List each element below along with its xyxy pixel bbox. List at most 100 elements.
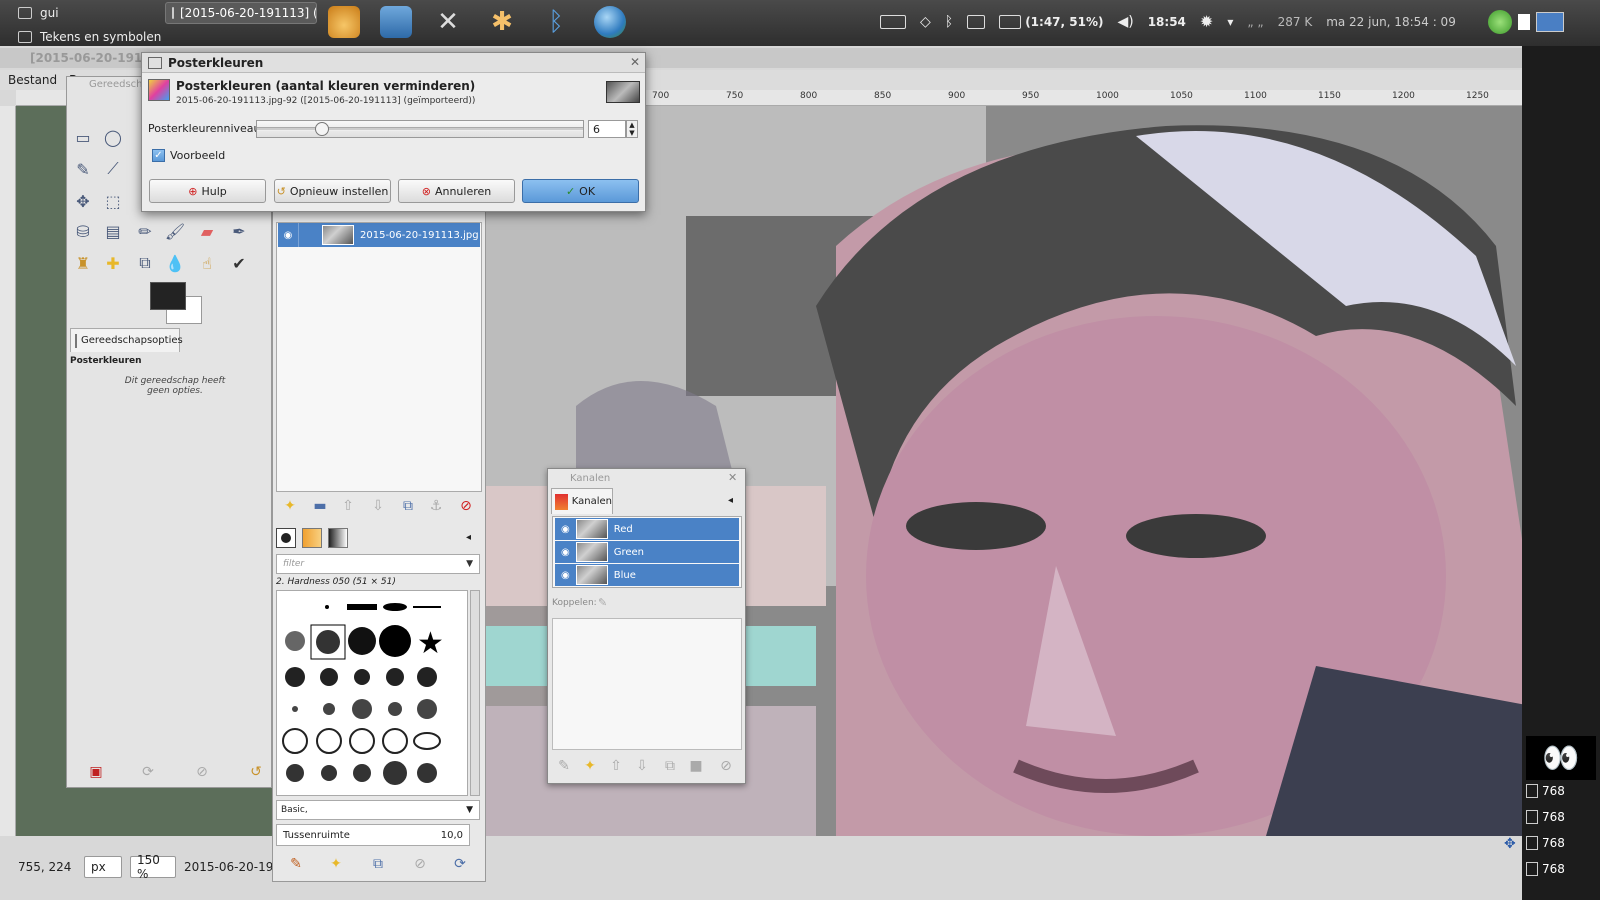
volume-icon[interactable]: ◀) <box>1117 14 1133 30</box>
slider-handle[interactable] <box>315 122 330 136</box>
ok-button[interactable]: ✓ OK <box>522 179 639 203</box>
heal-icon[interactable]: ✚ <box>100 250 126 276</box>
spacing-slider[interactable]: Tussenruimte 10,0 <box>276 824 470 846</box>
lower-channel-icon[interactable]: ⇩ <box>632 756 652 776</box>
spin-up-icon[interactable]: ▲ <box>629 121 634 129</box>
date-time[interactable]: ma 22 jun, 18:54 : 09 <box>1326 15 1456 29</box>
right-panel-item[interactable]: 768 <box>1526 784 1565 798</box>
brush-scrollbar[interactable] <box>470 590 480 796</box>
channel-to-selection-icon[interactable]: ■ <box>686 756 706 776</box>
duplicate-brush-icon[interactable]: ⧉ <box>368 854 388 874</box>
restore-tool-preset-icon[interactable]: ⟳ <box>138 762 158 782</box>
save-tool-preset-icon[interactable]: ▣ <box>86 762 106 782</box>
tab-channels[interactable]: Kanalen <box>551 488 613 514</box>
gradient-icon[interactable]: ▤ <box>100 218 126 244</box>
rect-select-icon[interactable]: ▭ <box>70 124 96 150</box>
reset-button[interactable]: ↺ Opnieuw instellen <box>274 179 391 203</box>
preview-checkbox[interactable]: ✓ <box>152 149 165 162</box>
paintbrush-icon[interactable]: 🖌 <box>162 218 188 244</box>
fuzzy-select-icon[interactable]: ✎ <box>70 156 96 182</box>
visibility-eye-icon[interactable]: ◉ <box>561 570 570 581</box>
scale-tool-icon[interactable]: ⬚ <box>100 188 126 214</box>
layers-list[interactable] <box>276 222 482 492</box>
reset-tool-options-icon[interactable]: ↺ <box>246 762 266 782</box>
menu-file[interactable]: Bestand <box>8 73 57 87</box>
channel-row[interactable]: ◉ Green <box>555 541 739 563</box>
close-icon[interactable]: ✕ <box>630 55 640 69</box>
tab-brushes[interactable] <box>276 528 296 548</box>
home-folder-icon[interactable] <box>380 6 412 38</box>
visibility-eye-icon[interactable]: ◉ <box>561 547 570 558</box>
anchor-layer-icon[interactable]: ⚓ <box>426 496 446 516</box>
help-button[interactable]: ⊕ Hulp <box>149 179 266 203</box>
eraser-icon[interactable]: ▰ <box>194 218 220 244</box>
spin-buttons[interactable]: ▲ ▼ <box>626 120 638 138</box>
dock-menu-icon[interactable]: ◂ <box>466 532 471 543</box>
smudge-icon[interactable]: ☝ <box>194 250 220 276</box>
right-panel-item[interactable]: 768 <box>1526 810 1565 824</box>
channel-row[interactable]: ◉ Blue <box>555 564 739 586</box>
star-icon[interactable]: ✱ <box>486 6 518 38</box>
bluetooth-icon[interactable]: ᛒ <box>945 14 953 30</box>
delete-layer-icon[interactable]: ⊘ <box>456 496 476 516</box>
color-picker-icon[interactable]: ⟋ <box>100 156 126 182</box>
taskbar-window-button[interactable]: [2015-06-20-191113] (... <box>165 2 317 24</box>
bucket-fill-icon[interactable]: ⛁ <box>70 218 96 244</box>
selection-masks-list[interactable] <box>552 618 742 750</box>
delete-tool-preset-icon[interactable]: ⊘ <box>192 762 212 782</box>
settings-gear-icon[interactable]: ✹ <box>1200 12 1213 31</box>
clone-icon[interactable]: ♜ <box>70 250 96 276</box>
visibility-eye-icon[interactable]: ◉ <box>278 230 298 241</box>
mail-icon[interactable] <box>967 14 986 29</box>
raise-layer-icon[interactable]: ⇧ <box>338 496 358 516</box>
keyboard-icon[interactable] <box>880 14 906 29</box>
duplicate-channel-icon[interactable]: ⧉ <box>660 756 680 776</box>
edit-channel-icon[interactable]: ✎ <box>554 756 574 776</box>
duplicate-layer-icon[interactable]: ⧉ <box>398 496 418 516</box>
level-slider[interactable] <box>256 120 584 138</box>
new-layer-icon[interactable]: ✦ <box>280 496 300 516</box>
weather-icon[interactable]: „ „ <box>1247 15 1263 29</box>
link-icon[interactable]: ✎ <box>598 596 607 609</box>
close-icon[interactable]: ✕ <box>728 471 737 484</box>
spin-down-icon[interactable]: ▼ <box>629 129 634 137</box>
app-menu-gui[interactable]: gui <box>18 6 161 20</box>
document-icon[interactable] <box>1518 14 1530 30</box>
clock[interactable]: 18:54 <box>1148 15 1186 29</box>
layer-chain-slot[interactable] <box>298 223 322 247</box>
status-orb-icon[interactable] <box>1488 10 1512 34</box>
level-spinbox[interactable]: 6 <box>588 120 626 138</box>
app-menu-symbols[interactable]: Tekens en symbolen <box>18 30 161 44</box>
installer-icon[interactable] <box>328 6 360 38</box>
tab-gradients[interactable] <box>328 528 348 548</box>
tab-patterns[interactable] <box>302 528 322 548</box>
tab-tool-options[interactable]: Gereedschapsopties <box>70 328 183 352</box>
unit-select[interactable]: px <box>84 856 122 878</box>
dodge-burn-icon[interactable]: ✔ <box>226 250 252 276</box>
brush-filter-input[interactable]: filter ▼ <box>276 554 480 574</box>
channel-row[interactable]: ◉ Red <box>555 518 739 540</box>
workspace-icon[interactable] <box>1536 12 1564 32</box>
pencil-icon[interactable]: ✏ <box>132 218 158 244</box>
delete-brush-icon[interactable]: ⊘ <box>410 854 430 874</box>
refresh-brushes-icon[interactable]: ⟳ <box>450 854 470 874</box>
wifi-icon[interactable]: ◇ <box>920 14 931 30</box>
navigate-icon[interactable]: ✥ <box>1504 836 1516 852</box>
battery-indicator[interactable]: (1:47, 51%) <box>999 14 1103 29</box>
vertical-ruler[interactable] <box>0 106 16 836</box>
blur-icon[interactable]: 💧 <box>162 250 188 276</box>
lower-layer-icon[interactable]: ⇩ <box>368 496 388 516</box>
zoom-select[interactable]: 150 % <box>130 853 176 881</box>
globe-icon[interactable] <box>594 6 626 38</box>
brush-grid[interactable]: ★ <box>276 590 468 796</box>
tools-icon[interactable]: ✕ <box>432 6 464 38</box>
new-channel-icon[interactable]: ✦ <box>580 756 600 776</box>
move-tool-icon[interactable]: ✥ <box>70 188 96 214</box>
ellipse-select-icon[interactable]: ◯ <box>100 124 126 150</box>
cancel-button[interactable]: ⊗ Annuleren <box>398 179 515 203</box>
right-panel-item[interactable]: 768 <box>1526 862 1565 876</box>
brush-preset-select[interactable]: Basic, ▼ <box>276 800 480 820</box>
delete-channel-icon[interactable]: ⊘ <box>716 756 736 776</box>
perspective-clone-icon[interactable]: ⧉ <box>132 250 158 276</box>
raise-channel-icon[interactable]: ⇧ <box>606 756 626 776</box>
